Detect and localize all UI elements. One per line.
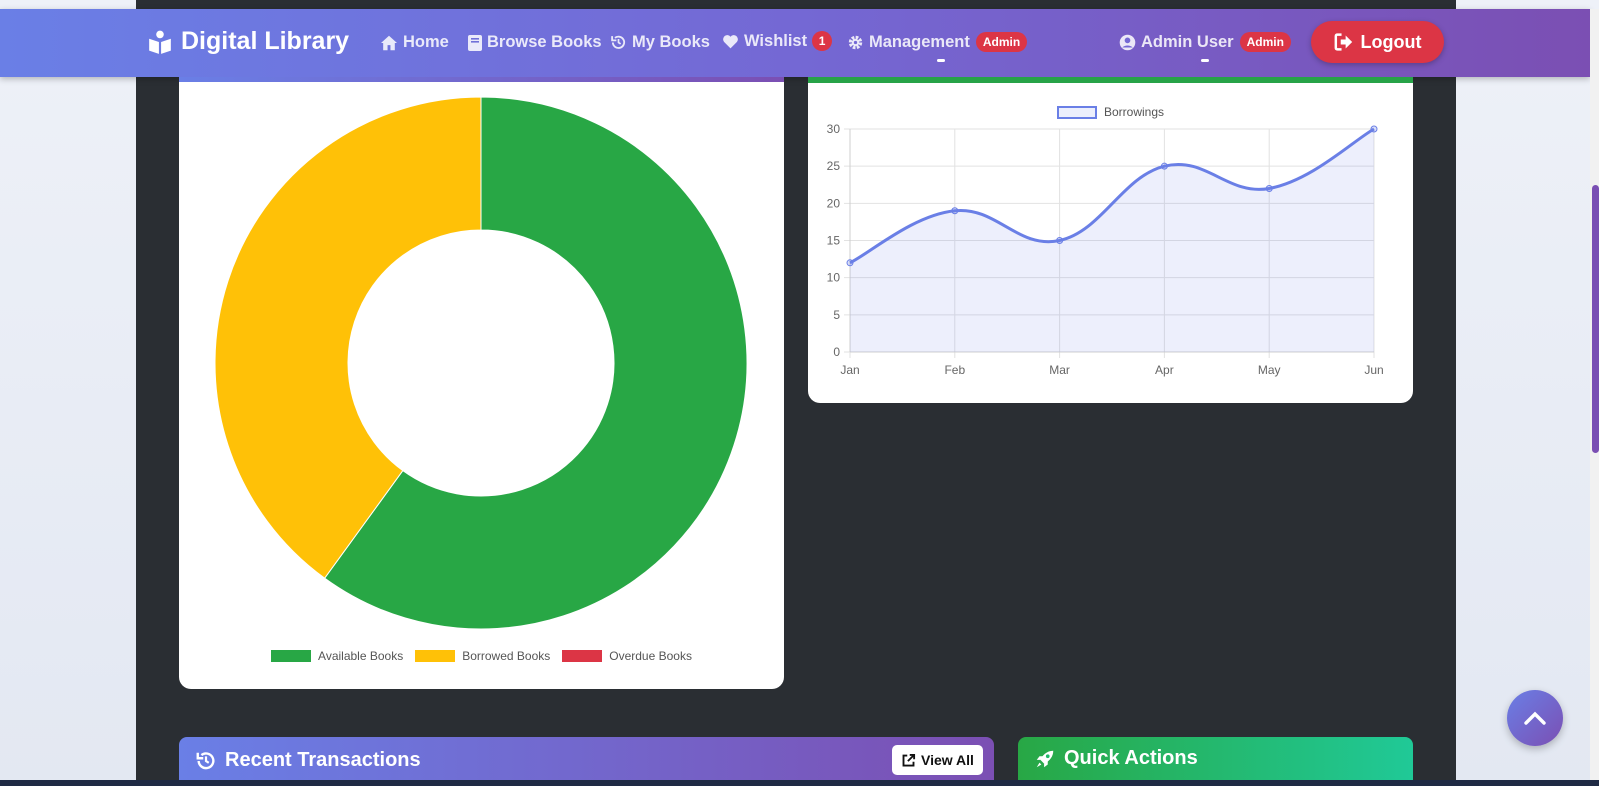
main-navbar: Digital Library Home Browse Books My Boo… [0,9,1590,77]
scroll-to-top-button[interactable] [1507,690,1563,746]
os-taskbar [0,780,1599,786]
quick-actions-label: Quick Actions [1064,747,1198,769]
x-tick-label: May [1258,363,1281,377]
nav-browse-books[interactable]: Browse Books [468,33,602,52]
user-role-badge: Admin [1239,32,1291,52]
borrowings-point-jan[interactable] [846,259,854,267]
borrowings-point-feb[interactable] [951,207,959,215]
recent-transactions-label: Recent Transactions [225,749,421,771]
book-status-legend: Available Books Borrowed Books Overdue Boo… [179,649,784,663]
page-background-right [1456,0,1599,786]
card-header-accent [179,77,784,82]
borrowings-point-may[interactable] [1265,184,1273,192]
borrowings-point-mar[interactable] [1056,237,1064,244]
legend-item-borrowed-books[interactable]: Borrowed Books [415,649,550,663]
x-tick-label: Feb [944,363,965,377]
nav-browse-label: Browse Books [487,33,602,51]
y-tick-label: 30 [827,122,841,136]
y-tick-label: 0 [833,345,840,359]
logout-label: Logout [1360,31,1422,52]
recent-transactions-card-header: Recent Transactions View All [179,737,994,786]
legend-label: Borrowed Books [462,649,551,663]
nav-management[interactable]: Management Admin [847,32,1028,52]
legend-swatch [562,650,603,662]
view-all-button[interactable]: View All [892,745,983,775]
y-tick-label: 10 [827,271,841,285]
nav-wishlist[interactable]: Wishlist 1 [722,31,833,51]
external-link-icon [902,753,916,766]
x-tick-label: Jun [1364,363,1383,377]
borrowings-point-apr[interactable] [1160,162,1168,170]
legend-item-available-books[interactable]: Available Books [271,649,403,663]
rocket-icon [1036,750,1054,767]
management-admin-badge: Admin [975,32,1028,52]
card-header-accent-green [808,77,1413,83]
book-status-doughnut-chart [214,96,748,630]
nav-my-books[interactable]: My Books [610,33,710,52]
chevron-up-icon [1524,711,1546,725]
sign-out-icon [1334,33,1352,51]
legend-swatch [271,650,312,662]
history-icon [611,35,626,49]
x-tick-label: Jan [840,363,859,377]
y-tick-label: 15 [827,234,841,248]
borrowings-point-jun[interactable] [1370,125,1378,133]
y-tick-label: 20 [827,196,841,210]
history-icon [196,751,215,769]
wishlist-count-badge: 1 [812,31,833,51]
logout-button[interactable]: Logout [1311,21,1444,63]
borrowing-trend-chart-card: Borrowings 0 5 10 15 20 25 30 Jan Feb Mar Apr May Ju… [808,77,1413,403]
book-status-chart-card: Available Books Borrowed Books Overdue Boo… [179,77,784,689]
nav-home-label: Home [403,33,449,51]
quick-actions-card-header: Quick Actions [1018,737,1413,786]
heart-icon [723,34,738,48]
book-icon [468,34,482,51]
y-tick-label: 5 [833,308,840,322]
quick-actions-title: Quick Actions [1034,747,1198,770]
nav-my-books-label: My Books [632,33,710,51]
view-all-label: View All [921,752,974,768]
user-name: Admin User [1141,32,1234,51]
y-tick-label: 25 [827,159,841,173]
dropdown-indicator [937,59,945,62]
user-circle-icon [1119,34,1136,50]
x-tick-label: Apr [1155,363,1174,377]
legend-swatch [415,650,456,662]
page-scrollbar-thumb[interactable] [1592,185,1599,453]
nav-wishlist-label: Wishlist [744,31,808,50]
page-background-left [0,0,136,786]
gear-icon [848,35,863,49]
borrowings-area-fill [850,129,1374,352]
brand-link[interactable]: Digital Library [147,27,349,56]
recent-transactions-title: Recent Transactions [195,749,421,772]
user-menu[interactable]: Admin User Admin [1119,32,1291,52]
nav-home[interactable]: Home [380,33,449,52]
nav-management-label: Management [869,32,970,51]
legend-label: Overdue Books [609,649,692,663]
legend-label: Available Books [318,649,404,663]
home-icon [381,35,397,50]
user-dropdown-indicator [1201,59,1209,62]
brand-name: Digital Library [181,27,350,55]
book-reader-icon [149,30,171,54]
borrowings-line-chart: 0 5 10 15 20 25 30 Jan Feb Mar Apr May Jun [827,122,1384,377]
legend-item-overdue-books[interactable]: Overdue Books [562,649,692,663]
x-tick-label: Mar [1049,363,1070,377]
